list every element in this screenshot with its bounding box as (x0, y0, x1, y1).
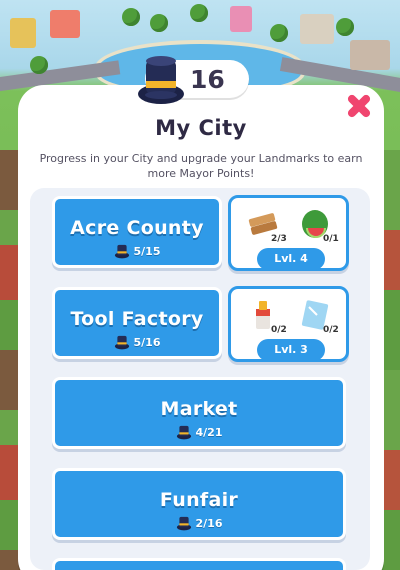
resource-count: 0/2 (323, 325, 339, 335)
tree (336, 18, 354, 36)
mayor-points-value: 16 (190, 65, 225, 94)
landmark-card-funfair[interactable]: Funfair 2/16 (52, 468, 346, 540)
landmark-card-tool-factory[interactable]: Tool Factory 5/16 (52, 287, 222, 359)
building (300, 14, 334, 44)
landmark-name: Funfair (159, 489, 239, 511)
landmark-name: Market (160, 398, 238, 420)
tree (190, 4, 208, 22)
dialog-subtitle: Progress in your City and upgrade your L… (39, 152, 363, 180)
resource-count: 0/2 (271, 325, 287, 335)
tree (270, 24, 288, 42)
landmark-progress: 4/21 (55, 424, 343, 440)
tree (122, 8, 140, 26)
tree (150, 14, 168, 32)
landmark-card-market[interactable]: Market 4/21 (52, 377, 346, 449)
landmark-name: Acre County (70, 217, 204, 239)
close-icon[interactable] (343, 90, 375, 122)
landmark-progress-value: 2/16 (195, 516, 223, 530)
landmark-progress: 2/16 (55, 515, 343, 531)
landmark-progress: 5/15 (55, 243, 219, 259)
level-badge[interactable]: Lvl. 4 (257, 248, 325, 270)
top-hat-icon (176, 425, 191, 440)
resource-count: 0/1 (323, 234, 339, 244)
top-hat-icon (176, 516, 191, 531)
landmark-name: Tool Factory (70, 308, 204, 330)
tree (30, 56, 48, 74)
top-hat-icon (114, 244, 129, 259)
landmark-progress-value: 5/16 (133, 335, 161, 349)
building (230, 6, 252, 32)
landmark-card-next[interactable] (52, 558, 346, 570)
resource-count: 2/3 (271, 234, 287, 244)
landmark-card-acre-county[interactable]: Acre County 5/15 (52, 196, 222, 268)
building (10, 18, 36, 48)
landmark-upgrade-acre-county[interactable]: 2/3 0/1 Lvl. 4 (228, 195, 349, 271)
top-hat-icon (114, 335, 129, 350)
building (50, 10, 80, 38)
landmark-progress-value: 5/15 (133, 244, 161, 258)
landmark-progress: 5/16 (55, 334, 219, 350)
top-hat-icon (138, 56, 184, 104)
landmark-upgrade-tool-factory[interactable]: 0/2 0/2 Lvl. 3 (228, 286, 349, 362)
landmark-progress-value: 4/21 (195, 425, 223, 439)
building (350, 40, 390, 70)
level-badge[interactable]: Lvl. 3 (257, 339, 325, 361)
dialog-title: My City (155, 116, 247, 140)
